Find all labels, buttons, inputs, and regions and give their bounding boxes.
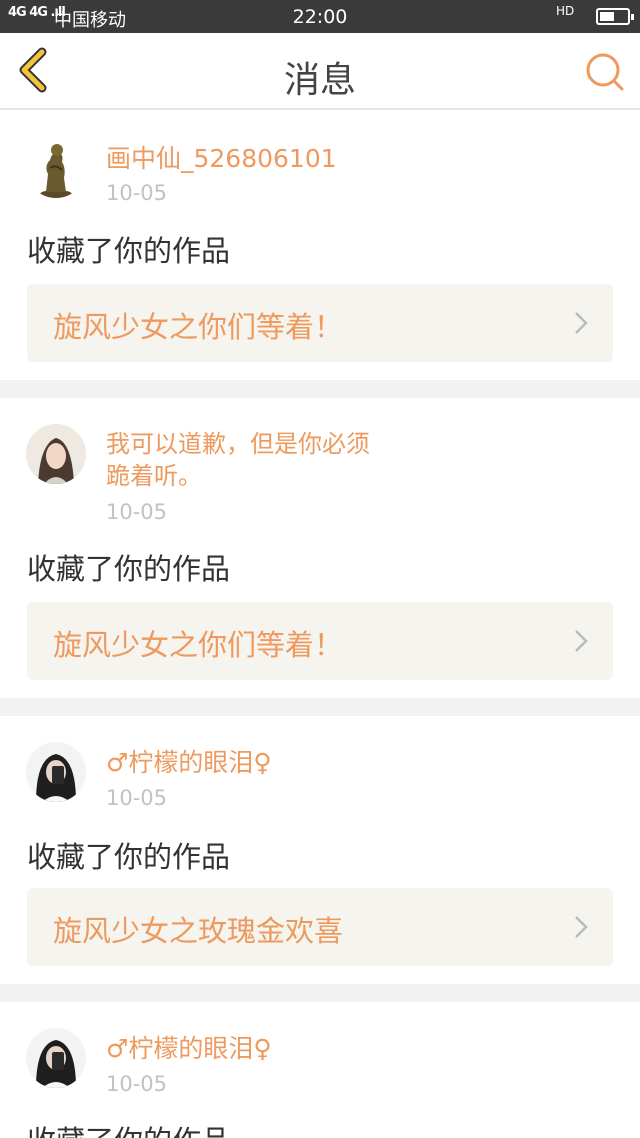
message-date: 10-05 — [106, 786, 168, 810]
battery-fill — [600, 12, 614, 21]
work-title: 旋风少女之你们等着！ — [53, 628, 344, 662]
sender-name[interactable]: ♂柠檬的眼泪♀ — [106, 1032, 272, 1065]
work-link[interactable]: 旋风少女之你们等着！ — [27, 284, 613, 362]
message-date: 10-05 — [106, 181, 168, 205]
message-card: ♂柠檬的眼泪♀ 10-05 收藏了你的作品 — [0, 1002, 640, 1138]
sender-name-line-2[interactable]: 跪着听。 — [106, 460, 202, 493]
message-card: 画中仙_526806101 10-05 收藏了你的作品 旋风少女之你们等着！ — [0, 110, 640, 380]
message-action: 收藏了你的作品 — [27, 840, 231, 874]
message-card: ♂柠檬的眼泪♀ 10-05 收藏了你的作品 旋风少女之玫瑰金欢喜 — [0, 716, 640, 984]
clock: 22:00 — [292, 6, 348, 28]
girl-avatar[interactable] — [26, 424, 86, 484]
nav-bar: 消息 — [0, 33, 640, 110]
statue-avatar[interactable] — [26, 138, 86, 198]
message-date: 10-05 — [106, 500, 168, 524]
work-title: 旋风少女之你们等着！ — [53, 310, 344, 344]
work-title: 旋风少女之玫瑰金欢喜 — [53, 914, 344, 948]
search-icon[interactable] — [584, 51, 626, 93]
battery-icon — [596, 8, 634, 25]
message-action: 收藏了你的作品 — [27, 234, 231, 268]
message-action: 收藏了你的作品 — [27, 552, 231, 586]
message-list: 画中仙_526806101 10-05 收藏了你的作品 旋风少女之你们等着！ 我… — [0, 110, 640, 1138]
work-link[interactable]: 旋风少女之你们等着！ — [27, 602, 613, 680]
hd-call-icon: HD — [556, 4, 575, 18]
page-title: 消息 — [283, 60, 356, 101]
chevron-right-icon — [575, 630, 588, 652]
message-action: 收藏了你的作品 — [27, 1118, 230, 1138]
girl-phone-avatar[interactable] — [26, 1028, 86, 1088]
status-bar: 4G 4G .ıll 中国移动 22:00 HD — [0, 0, 640, 33]
message-card: 我可以道歉，但是你必须 跪着听。 10-05 收藏了你的作品 旋风少女之你们等着… — [0, 398, 640, 698]
message-date: 10-05 — [106, 1072, 168, 1096]
chevron-right-icon — [575, 916, 588, 938]
sender-name[interactable]: ♂柠檬的眼泪♀ — [106, 746, 272, 779]
chevron-right-icon — [575, 312, 588, 334]
girl-phone-avatar[interactable] — [26, 742, 86, 802]
sender-name[interactable]: 画中仙_526806101 — [106, 142, 337, 175]
sender-name-line-1[interactable]: 我可以道歉，但是你必须 — [106, 428, 370, 461]
work-link[interactable]: 旋风少女之玫瑰金欢喜 — [27, 888, 613, 966]
